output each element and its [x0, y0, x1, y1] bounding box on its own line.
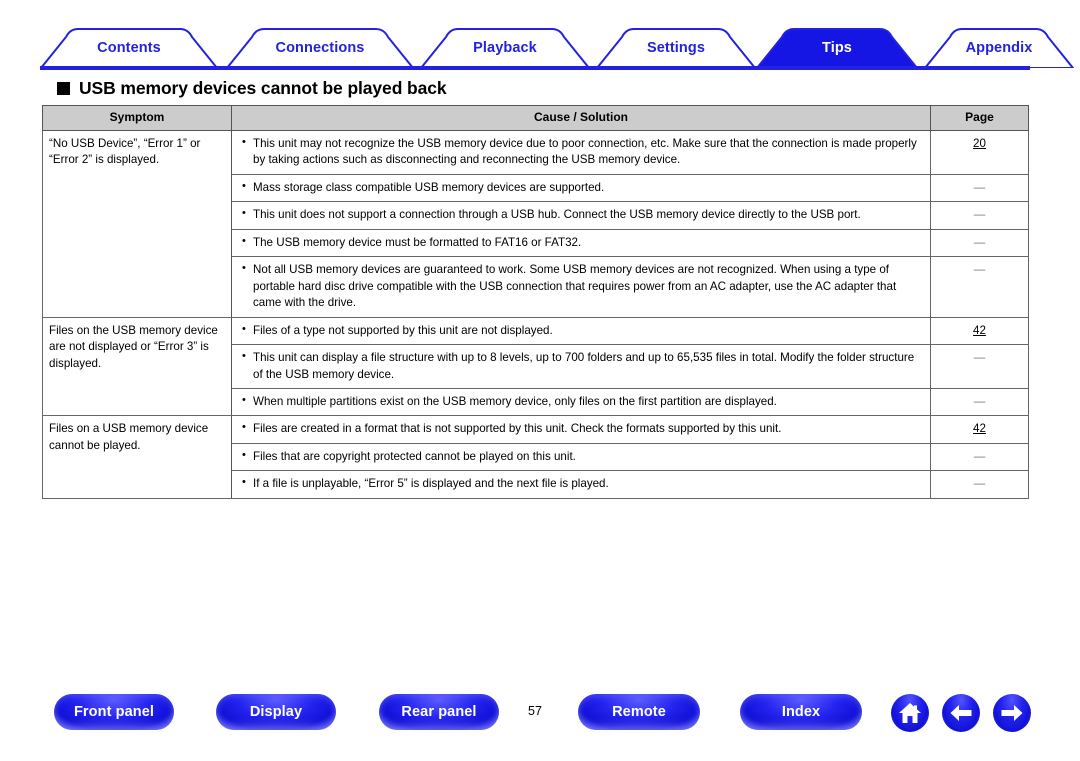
symptom-cell: Files on a USB memory device cannot be p…	[42, 415, 232, 499]
footer-button-label: Front panel	[73, 704, 155, 720]
tab-label: Playback	[473, 40, 537, 56]
cause-solution-text: This unit may not recognize the USB memo…	[241, 135, 922, 169]
tab-contents[interactable]: Contents	[40, 28, 218, 68]
cause-solution-text: Files of a type not supported by this un…	[241, 322, 922, 339]
page-link[interactable]: 20	[973, 137, 986, 150]
footer-button-display[interactable]: Display	[216, 694, 336, 730]
table-row: “No USB Device”, “Error 1” or “Error 2” …	[42, 130, 1029, 318]
cause-solution-cell: When multiple partitions exist on the US…	[231, 388, 931, 417]
footer-navigation: 57 Front panel Display Rear panel Remote Ind…	[0, 694, 1080, 740]
square-bullet-icon	[57, 82, 70, 95]
cause-solution-text: This unit can display a file structure w…	[241, 349, 922, 383]
page-title-text: USB memory devices cannot be played back	[79, 78, 447, 98]
table-row: Files on a USB memory device cannot be p…	[42, 415, 1029, 499]
page-reference-cell[interactable]: 42	[930, 316, 1029, 346]
page-reference-cell: —	[930, 470, 1029, 499]
tab-connections[interactable]: Connections	[226, 28, 414, 68]
table-row: Files on the USB memory device are not d…	[42, 316, 1029, 417]
troubleshooting-table: Symptom Cause / Solution Page “No USB De…	[42, 104, 1029, 499]
tab-playback[interactable]: Playback	[420, 28, 590, 68]
tab-label: Settings	[647, 40, 705, 56]
footer-button-front-panel[interactable]: Front panel	[54, 694, 174, 730]
page-link[interactable]: 42	[973, 422, 986, 435]
column-header-cause: Cause / Solution	[231, 104, 931, 132]
cause-solution-cell: This unit may not recognize the USB memo…	[231, 130, 931, 175]
footer-button-label: Remote	[612, 704, 666, 720]
column-header-symptom: Symptom	[42, 104, 232, 132]
home-icon[interactable]	[891, 694, 929, 732]
cause-solution-text: Not all USB memory devices are guarantee…	[241, 261, 922, 311]
page-none: —	[973, 208, 986, 222]
tab-bar: Contents Connections Playback Settings Tips A…	[40, 28, 1074, 70]
symptom-cell: Files on the USB memory device are not d…	[42, 316, 232, 417]
cause-solution-text: Mass storage class compatible USB memory…	[241, 179, 922, 196]
page-none: —	[973, 395, 986, 409]
cause-solution-text: When multiple partitions exist on the US…	[241, 393, 922, 410]
symptom-cell: “No USB Device”, “Error 1” or “Error 2” …	[42, 130, 232, 318]
page-reference-cell: —	[930, 388, 1029, 417]
footer-button-label: Display	[249, 704, 303, 720]
tab-bar-underline	[40, 66, 1030, 70]
footer-button-label: Rear panel	[401, 704, 477, 720]
page-link[interactable]: 42	[973, 324, 986, 337]
page-none: —	[973, 180, 986, 194]
tab-settings[interactable]: Settings	[596, 28, 756, 68]
page-reference-cell[interactable]: 20	[930, 130, 1029, 175]
cause-solution-cell: This unit can display a file structure w…	[231, 344, 931, 390]
footer-button-index[interactable]: Index	[740, 694, 862, 730]
page-reference-cell: —	[930, 442, 1029, 472]
arrow-left-icon[interactable]	[942, 694, 980, 732]
cause-solution-cell: Files that are copyright protected canno…	[231, 442, 931, 472]
tab-label: Contents	[97, 40, 161, 56]
page-none: —	[973, 477, 986, 491]
footer-button-remote[interactable]: Remote	[578, 694, 700, 730]
cause-solution-text: If a file is unplayable, “Error 5” is di…	[241, 475, 922, 492]
cause-solution-text: Files are created in a format that is no…	[241, 420, 922, 437]
tab-label: Connections	[275, 40, 365, 56]
cause-solution-cell: The USB memory device must be formatted …	[231, 228, 931, 258]
cause-solution-text: Files that are copyright protected canno…	[241, 448, 922, 465]
page-reference-cell: —	[930, 256, 1029, 318]
table-body: “No USB Device”, “Error 1” or “Error 2” …	[42, 130, 1029, 499]
cause-solution-cell: Not all USB memory devices are guarantee…	[231, 256, 931, 318]
tab-label: Tips	[822, 40, 852, 56]
page-reference-cell: —	[930, 201, 1029, 230]
footer-button-label: Index	[781, 704, 821, 720]
page-title: USB memory devices cannot be played back	[57, 78, 447, 99]
cause-solution-cell: Files of a type not supported by this un…	[231, 316, 931, 346]
page-none: —	[973, 263, 986, 277]
cause-solution-cell: Files are created in a format that is no…	[231, 415, 931, 444]
page-reference-cell[interactable]: 42	[930, 415, 1029, 444]
page-none: —	[973, 449, 986, 463]
cause-solution-cell: Mass storage class compatible USB memory…	[231, 173, 931, 203]
tab-label: Appendix	[965, 40, 1033, 56]
footer-button-rear-panel[interactable]: Rear panel	[379, 694, 499, 730]
cause-solution-text: The USB memory device must be formatted …	[241, 234, 922, 251]
cause-solution-text: This unit does not support a connection …	[241, 206, 922, 223]
cause-solution-cell: This unit does not support a connection …	[231, 201, 931, 230]
table-header-row: Symptom Cause / Solution Page	[42, 104, 1029, 132]
page-reference-cell: —	[930, 173, 1029, 203]
page-reference-cell: —	[930, 228, 1029, 258]
arrow-right-icon[interactable]	[993, 694, 1031, 732]
column-header-page: Page	[930, 104, 1029, 132]
page-reference-cell: —	[930, 344, 1029, 390]
cause-solution-cell: If a file is unplayable, “Error 5” is di…	[231, 470, 931, 499]
page-number: 57	[528, 704, 542, 718]
page-none: —	[973, 351, 986, 365]
page-none: —	[973, 235, 986, 249]
tab-tips[interactable]: Tips	[756, 28, 918, 68]
tab-appendix[interactable]: Appendix	[924, 28, 1074, 68]
